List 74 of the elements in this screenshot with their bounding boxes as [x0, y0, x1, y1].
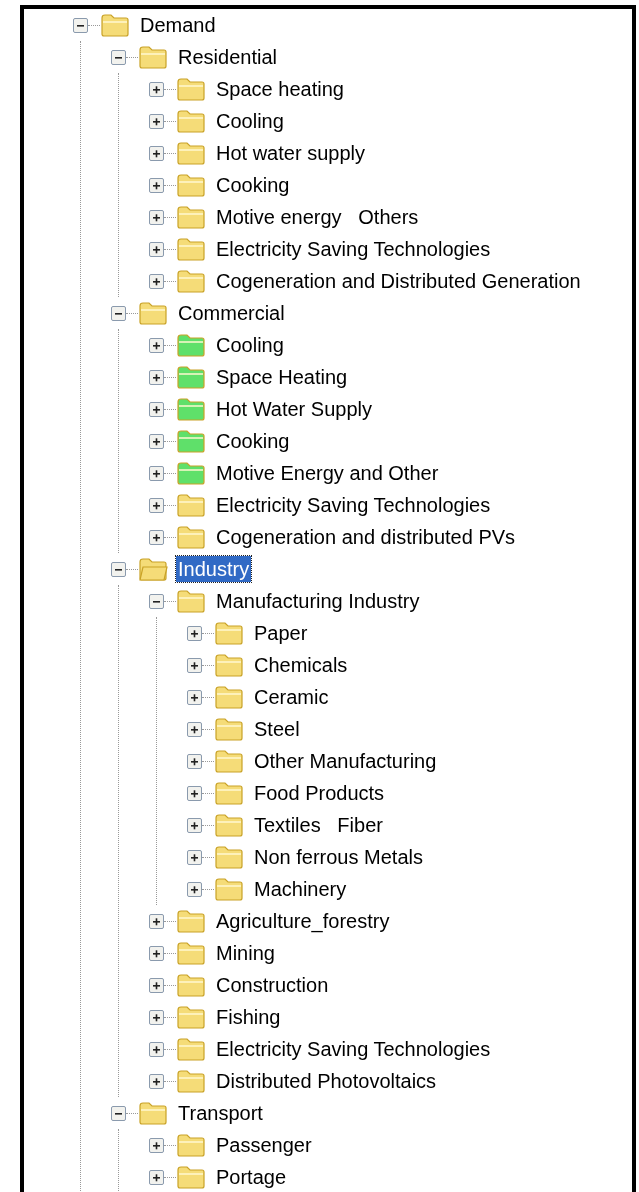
tree-item[interactable]: Motive energy Others: [214, 204, 421, 230]
tree-item[interactable]: Electricity Saving Technologies: [214, 1036, 493, 1062]
expand-icon[interactable]: [187, 881, 202, 897]
expand-icon[interactable]: [149, 1041, 164, 1057]
tree-item[interactable]: Commercial: [176, 300, 287, 326]
tree-item[interactable]: Hot water supply: [214, 140, 367, 166]
expand-icon[interactable]: [149, 113, 164, 129]
tree-item[interactable]: Cogeneration and distributed PVs: [214, 524, 518, 550]
expand-icon[interactable]: [149, 465, 164, 481]
expand-icon[interactable]: [149, 529, 164, 545]
tree-item[interactable]: Hot Water Supply: [214, 396, 374, 422]
collapse-icon[interactable]: [111, 561, 126, 577]
expand-icon[interactable]: [149, 81, 164, 97]
expand-icon[interactable]: [187, 785, 202, 801]
expand-icon[interactable]: [149, 1169, 164, 1185]
expand-icon[interactable]: [149, 1137, 164, 1153]
tree-item[interactable]: Chemicals: [252, 652, 350, 678]
tree-item[interactable]: Other Manufacturing: [252, 748, 439, 774]
tree-item[interactable]: Residential: [176, 44, 279, 70]
collapse-icon[interactable]: [73, 17, 88, 33]
tree-item[interactable]: Cooking: [214, 172, 292, 198]
tree-item[interactable]: Portage: [214, 1164, 289, 1190]
expand-icon[interactable]: [149, 177, 164, 193]
tree-item[interactable]: Distributed Photovoltaics: [214, 1068, 439, 1094]
expand-icon[interactable]: [149, 401, 164, 417]
tree-item[interactable]: Transport: [176, 1100, 265, 1126]
expand-icon[interactable]: [149, 945, 164, 961]
expand-icon[interactable]: [187, 689, 202, 705]
collapse-icon[interactable]: [111, 1105, 126, 1121]
tree-item[interactable]: Electricity Saving Technologies: [214, 492, 493, 518]
expand-icon[interactable]: [149, 337, 164, 353]
expand-icon[interactable]: [187, 753, 202, 769]
tree-item[interactable]: Non ferrous Metals: [252, 844, 425, 870]
tree-item[interactable]: Ceramic: [252, 684, 331, 710]
expand-icon[interactable]: [187, 657, 202, 673]
tree-item[interactable]: Food Products: [252, 780, 387, 806]
tree-item[interactable]: Motive Energy and Other: [214, 460, 441, 486]
expand-icon[interactable]: [149, 241, 164, 257]
expand-icon[interactable]: [187, 721, 202, 737]
expand-icon[interactable]: [149, 1073, 164, 1089]
tree-item[interactable]: Machinery: [252, 876, 349, 902]
collapse-icon[interactable]: [111, 49, 126, 65]
expand-icon[interactable]: [149, 497, 164, 513]
tree-item[interactable]: Space heating: [214, 76, 346, 102]
expand-icon[interactable]: [187, 625, 202, 641]
tree-item[interactable]: Steel: [252, 716, 302, 742]
collapse-icon[interactable]: [111, 305, 126, 321]
tree-item[interactable]: Textiles Fiber: [252, 812, 385, 838]
expand-icon[interactable]: [149, 145, 164, 161]
expand-icon[interactable]: [187, 817, 202, 833]
tree-item[interactable]: Passenger: [214, 1132, 314, 1158]
expand-icon[interactable]: [149, 977, 164, 993]
expand-icon[interactable]: [187, 849, 202, 865]
expand-icon[interactable]: [149, 913, 164, 929]
collapse-icon[interactable]: [149, 593, 164, 609]
tree-item[interactable]: Demand: [138, 12, 218, 38]
tree-item[interactable]: Mining: [214, 940, 277, 966]
tree-item[interactable]: Cooling: [214, 108, 286, 134]
expand-icon[interactable]: [149, 433, 164, 449]
tree-item[interactable]: Space Heating: [214, 364, 350, 390]
tree-item[interactable]: Industry: [176, 556, 252, 582]
tree-item[interactable]: Cooling: [214, 332, 286, 358]
tree-item[interactable]: Electricity Saving Technologies: [214, 236, 493, 262]
expand-icon[interactable]: [149, 1009, 164, 1025]
expand-icon[interactable]: [149, 369, 164, 385]
tree-item[interactable]: Fishing: [214, 1004, 283, 1030]
expand-icon[interactable]: [149, 273, 164, 289]
tree-item[interactable]: Paper: [252, 620, 310, 646]
tree-item[interactable]: Cogeneration and Distributed Generation: [214, 268, 583, 294]
tree-item[interactable]: Manufacturing Industry: [214, 588, 422, 614]
expand-icon[interactable]: [149, 209, 164, 225]
tree-item[interactable]: Agriculture_forestry: [214, 908, 392, 934]
tree-item[interactable]: Cooking: [214, 428, 292, 454]
tree-item[interactable]: Construction: [214, 972, 331, 998]
